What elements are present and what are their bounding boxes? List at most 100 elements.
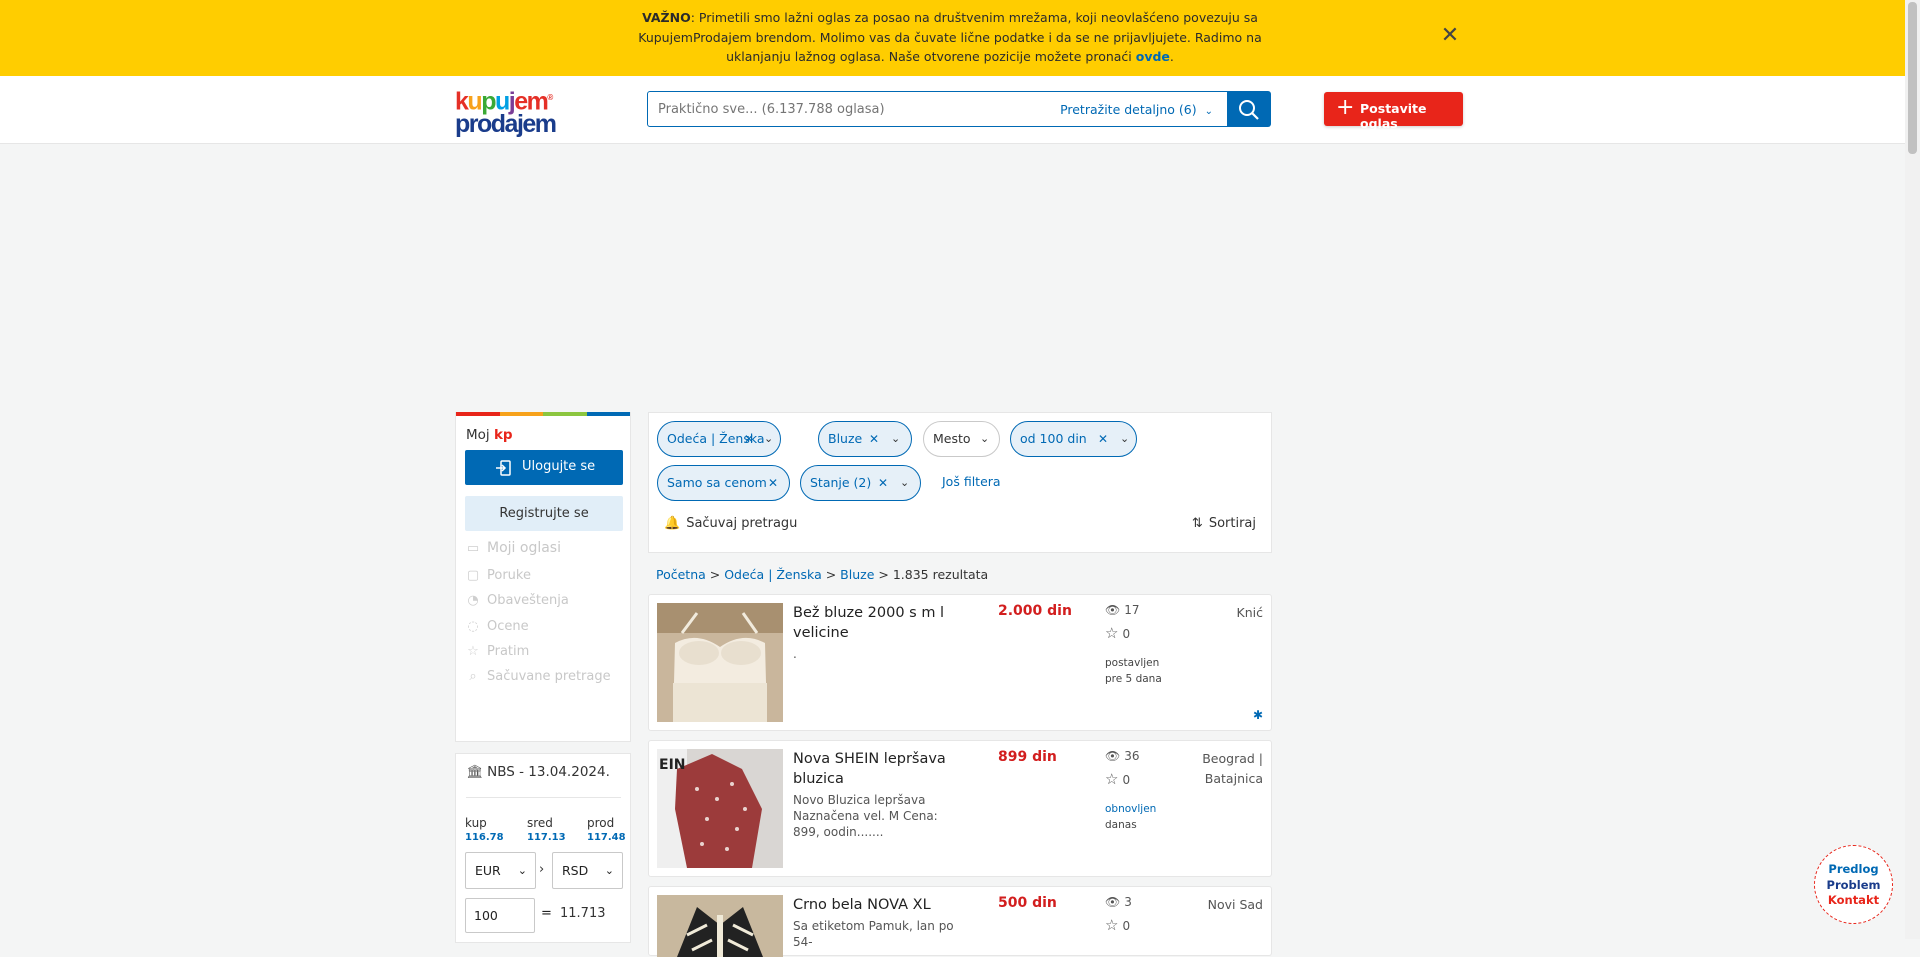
listing-thumbnail[interactable] (657, 895, 783, 957)
remove-icon[interactable]: ✕ (744, 422, 754, 456)
sidebar-item-my-ads[interactable]: ▭ Moji oglasi (465, 540, 561, 556)
view-count: 👁 36 (1105, 749, 1140, 763)
remove-icon[interactable]: ✕ (869, 422, 879, 456)
sidebar-item-messages[interactable]: ▢ Poruke (465, 568, 531, 583)
chevron-down-icon: ⌄ (891, 432, 901, 445)
post-ad-button[interactable]: + Postavite oglas (1324, 92, 1463, 131)
feedback-suggestion[interactable]: Predlog (1815, 862, 1892, 878)
notice-text: VAŽNO: Primetili smo lažni oglas za posa… (630, 8, 1270, 67)
star-icon: ☆ (1105, 770, 1119, 788)
logo[interactable]: kupujem® prodajem (455, 86, 575, 139)
sidebar-item-notifications[interactable]: ◔ Obaveštenja (465, 593, 569, 608)
chip-condition[interactable]: Stanje (2) ✕ ⌄ (800, 465, 921, 501)
chip-category[interactable]: Odeća | Ženska ✕ ⌄ (657, 421, 781, 457)
posted-info: postavljen pre 5 dana (1105, 657, 1162, 685)
rate-sell: prod 117.48 (587, 816, 626, 843)
amount-input[interactable]: 100 (465, 898, 535, 933)
rate-mid: sred 117.13 (527, 816, 566, 843)
scroll-thumb[interactable] (1908, 2, 1917, 154)
notice-link[interactable]: ovde (1136, 49, 1170, 64)
feedback-problem[interactable]: Problem (1815, 878, 1892, 894)
listing-price: 2.000 din (998, 603, 1072, 619)
page-scrollbar[interactable] (1905, 0, 1920, 939)
color-stripe (456, 412, 630, 416)
chevron-down-icon: ⌄ (517, 864, 527, 877)
eye-icon: 👁 (1105, 895, 1121, 909)
save-search-button[interactable]: 🔔 Sačuvaj pretragu (664, 516, 797, 531)
arrow-icon: › (539, 862, 545, 877)
listing-card[interactable]: Bež bluze 2000 s m l velicine . 2.000 di… (648, 594, 1272, 731)
favorite-button[interactable]: ☆ 0 (1105, 770, 1130, 788)
listing-price: 500 din (998, 895, 1057, 911)
search-icon (1239, 100, 1259, 120)
feedback-widget[interactable]: Predlog Problem Kontakt (1814, 845, 1893, 924)
chip-with-price[interactable]: Samo sa cenom ✕ (657, 465, 790, 501)
from-currency-select[interactable]: EUR ⌄ (465, 852, 536, 889)
sort-button[interactable]: ⇅ Sortiraj (1192, 516, 1256, 531)
search-box: Pretražite detaljno (6) ⌄ (647, 91, 1228, 127)
feedback-contact[interactable]: Kontakt (1815, 893, 1892, 909)
listing-description: . (793, 647, 797, 661)
plus-icon: + (1336, 95, 1355, 120)
chip-location[interactable]: Mesto ⌄ (923, 421, 1000, 457)
listing-location: Knić (1236, 605, 1263, 620)
star-icon: ☆ (1105, 624, 1119, 642)
breadcrumb-category[interactable]: Odeća | Ženska (724, 567, 822, 582)
notice-banner: VAŽNO: Primetili smo lažni oglas za posa… (0, 0, 1905, 76)
divider (466, 797, 621, 798)
more-filters-link[interactable]: Još filtera (942, 474, 1001, 489)
folder-icon: ▭ (466, 541, 480, 556)
logo-line1: kupujem® (455, 87, 553, 116)
promoted-icon: ✱ (1252, 708, 1263, 722)
detail-search-dropdown[interactable]: Pretražite detaljno (6) ⌄ (1060, 102, 1213, 117)
chevron-down-icon: ⌄ (980, 432, 990, 445)
remove-icon[interactable]: ✕ (768, 466, 778, 500)
chip-price-from[interactable]: od 100 din ✕ ⌄ (1010, 421, 1137, 457)
close-icon[interactable]: ✕ (1440, 25, 1460, 47)
notice-bold: VAŽNO (642, 10, 691, 25)
svg-text:EIN: EIN (659, 757, 686, 773)
to-currency-select[interactable]: RSD ⌄ (552, 852, 623, 889)
notice-tail: . (1169, 49, 1174, 64)
chevron-down-icon: ⌄ (1204, 106, 1213, 117)
listing-card[interactable]: Crno bela NOVA XL Sa etiketom Pamuk, lan… (648, 886, 1272, 957)
saved-search-icon: ⌕ (469, 669, 477, 684)
register-button[interactable]: Registrujte se (465, 496, 623, 531)
star-icon: ☆ (1105, 916, 1119, 934)
site-header: kupujem® prodajem Pretražite detaljno (6… (0, 76, 1905, 144)
listing-thumbnail[interactable]: EIN (657, 749, 783, 868)
view-count: 👁 17 (1105, 603, 1140, 617)
listing-title[interactable]: Bež bluze 2000 s m l velicine (793, 603, 953, 643)
sidebar-item-ratings[interactable]: ◌ Ocene (465, 619, 528, 634)
favorite-button[interactable]: ☆ 0 (1105, 624, 1130, 642)
search-input[interactable] (656, 92, 1036, 126)
star-icon: ☆ (467, 644, 479, 659)
post-ad-label: Postavite oglas (1360, 101, 1427, 131)
listing-thumbnail[interactable] (657, 603, 783, 722)
posted-info: obnovljen danas (1105, 803, 1157, 831)
breadcrumb-subcategory[interactable]: Bluze (840, 567, 874, 582)
chevron-down-icon: ⌄ (1120, 432, 1130, 445)
sidebar-item-saved-searches[interactable]: ⌕ Sačuvane pretrage (465, 669, 610, 684)
listing-card[interactable]: EIN Nova SHEIN lepršava bluzica Novo Blu… (648, 740, 1272, 877)
search-button[interactable] (1227, 91, 1271, 127)
thumb-icon: ◌ (467, 619, 479, 634)
login-label: Ulogujte se (522, 459, 596, 474)
remove-icon[interactable]: ✕ (1098, 422, 1108, 456)
filter-panel: Odeća | Ženska ✕ ⌄ Bluze ✕ ⌄ Mesto ⌄ od 100 d… (648, 412, 1272, 553)
message-icon: ▢ (466, 568, 480, 583)
view-count: 👁 3 (1105, 895, 1132, 909)
logo-line2: prodajem (455, 110, 557, 139)
favorite-button[interactable]: ☆ 0 (1105, 916, 1130, 934)
remove-icon[interactable]: ✕ (878, 466, 888, 500)
rate-buy: kup 116.78 (465, 816, 504, 843)
sidebar-item-following[interactable]: ☆ Pratim (465, 644, 529, 659)
login-button[interactable]: Ulogujte se (465, 450, 623, 485)
exchange-title: 🏛 NBS - 13.04.2024. (466, 764, 610, 780)
breadcrumb-home[interactable]: Početna (656, 567, 706, 582)
chevron-down-icon: ⌄ (900, 476, 910, 489)
listing-title[interactable]: Crno bela NOVA XL (793, 895, 953, 915)
chip-subcategory[interactable]: Bluze ✕ ⌄ (818, 421, 912, 457)
listing-title[interactable]: Nova SHEIN lepršava bluzica (793, 749, 953, 789)
listing-price: 899 din (998, 749, 1057, 765)
